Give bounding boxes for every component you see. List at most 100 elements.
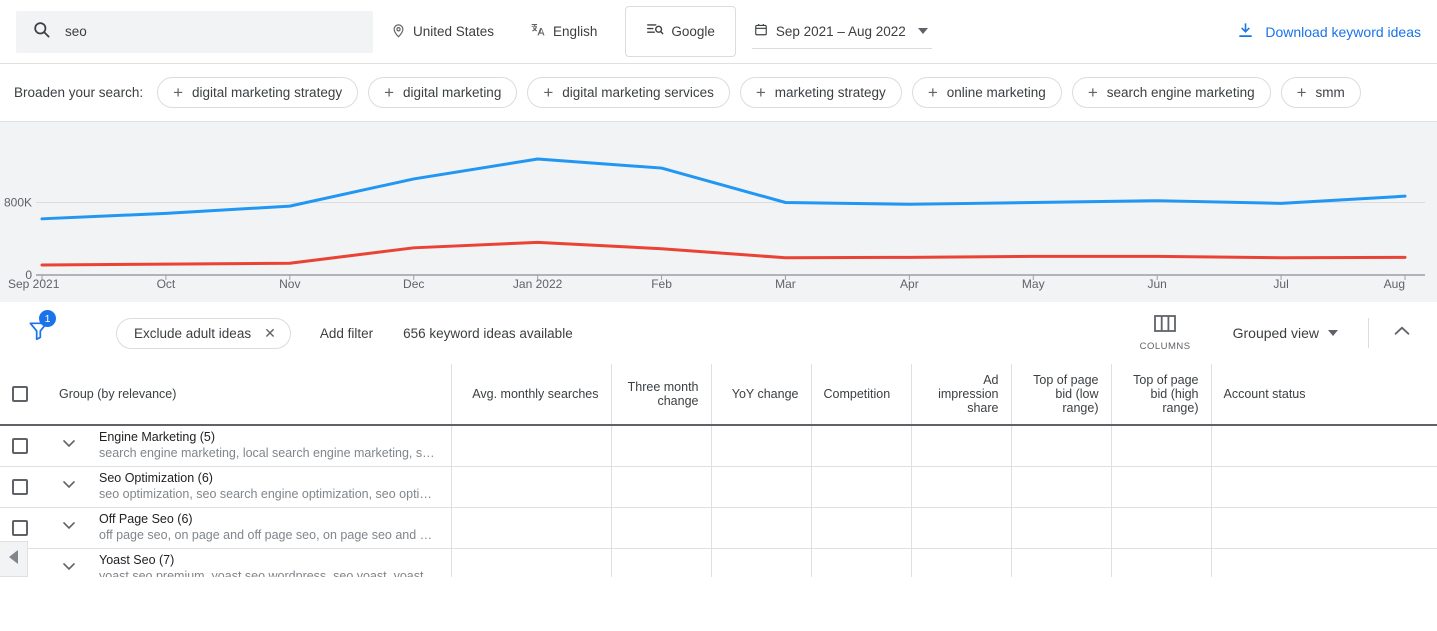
add-filter-button[interactable]: Add filter bbox=[320, 326, 373, 341]
language-label: English bbox=[553, 24, 598, 39]
results-toolbar: 1 Exclude adult ideas ✕ Add filter 656 k… bbox=[0, 302, 1437, 364]
col-header-top-bid-low[interactable]: Top of page bid (low range) bbox=[1010, 364, 1111, 426]
row-select-cell bbox=[0, 466, 47, 508]
cell-top-bid-low bbox=[1010, 507, 1111, 549]
select-all-checkbox[interactable] bbox=[12, 386, 28, 402]
download-keyword-ideas-button[interactable]: Download keyword ideas bbox=[1236, 21, 1421, 43]
chart-x-tick-label: Feb bbox=[651, 277, 672, 291]
broaden-chip-label: online marketing bbox=[946, 85, 1046, 100]
close-icon[interactable]: ✕ bbox=[264, 325, 276, 342]
keyword-ideas-count: 656 keyword ideas available bbox=[403, 325, 573, 341]
broaden-label: Broaden your search: bbox=[14, 85, 144, 100]
col-header-yoy-change[interactable]: YoY change bbox=[710, 364, 811, 426]
broaden-chip-1[interactable]: + digital marketing bbox=[368, 77, 518, 108]
keyword-search-input[interactable]: seo bbox=[16, 10, 373, 53]
broaden-chip-2[interactable]: + digital marketing services bbox=[527, 77, 730, 108]
plus-icon: + bbox=[927, 83, 938, 102]
location-label: United States bbox=[413, 24, 495, 39]
cell-ad-impression-share bbox=[910, 548, 1011, 577]
active-filter-chip[interactable]: Exclude adult ideas ✕ bbox=[116, 317, 291, 349]
chart-x-tick-label: Jul bbox=[1273, 277, 1289, 291]
group-title[interactable]: Seo Optimization (6) bbox=[99, 471, 439, 486]
cell-competition bbox=[810, 548, 911, 577]
cell-ad-impression-share bbox=[910, 507, 1011, 549]
broaden-chip-6[interactable]: + smm bbox=[1280, 77, 1361, 108]
group-keywords-preview: yoast seo premium, yoast seo wordpress, … bbox=[99, 569, 439, 577]
cell-yoy-change bbox=[710, 507, 811, 549]
cell-avg-monthly-searches bbox=[450, 466, 611, 508]
cell-avg-monthly-searches bbox=[450, 507, 611, 549]
view-mode-label: Grouped view bbox=[1232, 325, 1319, 341]
col-header-competition[interactable]: Competition bbox=[810, 364, 911, 426]
broaden-chip-5[interactable]: + search engine marketing bbox=[1071, 77, 1271, 108]
search-value: seo bbox=[65, 24, 87, 39]
chart-x-axis-labels: Sep 2021 Oct Nov Dec Jan 2022 Feb Mar Apr May Jun… bbox=[0, 277, 1437, 299]
broaden-chip-0[interactable]: + digital marketing strategy bbox=[157, 77, 359, 108]
chevron-down-icon[interactable] bbox=[59, 433, 79, 458]
broaden-chip-4[interactable]: + online marketing bbox=[911, 77, 1062, 108]
language-selector[interactable]: English bbox=[512, 11, 615, 53]
table-row[interactable]: Yoast Seo (7) yoast seo premium, yoast se… bbox=[0, 548, 1437, 577]
table-row[interactable]: Seo Optimization (6) seo optimization, se… bbox=[0, 466, 1437, 508]
broaden-chip-label: search engine marketing bbox=[1106, 85, 1255, 100]
search-icon bbox=[32, 20, 51, 44]
group-title[interactable]: Yoast Seo (7) bbox=[99, 553, 439, 568]
keyword-ideas-table: Group (by relevance) Avg. monthly search… bbox=[0, 364, 1437, 577]
group-cell: Off Page Seo (6) off page seo, on page an… bbox=[47, 507, 451, 549]
view-mode-selector[interactable]: Grouped view bbox=[1233, 325, 1338, 341]
search-network-icon bbox=[646, 22, 664, 41]
keyword-ideas-table-container[interactable]: Group (by relevance) Avg. monthly search… bbox=[0, 364, 1437, 577]
plus-icon: + bbox=[1296, 83, 1307, 102]
columns-icon bbox=[1153, 314, 1177, 338]
broaden-chip-3[interactable]: + marketing strategy bbox=[739, 77, 902, 108]
broaden-chip-label: digital marketing bbox=[403, 85, 502, 100]
group-title[interactable]: Off Page Seo (6) bbox=[99, 512, 439, 527]
cell-competition bbox=[810, 507, 911, 549]
table-header-row: Group (by relevance) Avg. monthly search… bbox=[0, 364, 1437, 426]
col-header-avg-monthly-searches[interactable]: Avg. monthly searches bbox=[450, 364, 611, 426]
columns-button[interactable]: COLUMNS bbox=[1128, 314, 1203, 352]
chevron-down-icon[interactable] bbox=[59, 556, 79, 577]
group-keywords-preview: off page seo, on page and off page seo, … bbox=[99, 528, 439, 542]
chevron-down-icon[interactable] bbox=[59, 474, 79, 499]
table-row[interactable]: Engine Marketing (5) search engine market… bbox=[0, 425, 1437, 467]
cell-account-status bbox=[1210, 548, 1437, 577]
chevron-left-icon bbox=[7, 549, 21, 570]
network-selector[interactable]: Google bbox=[625, 6, 736, 57]
filter-funnel-button[interactable]: 1 bbox=[16, 310, 60, 347]
cell-account-status bbox=[1210, 425, 1437, 467]
broaden-chip-label: smm bbox=[1315, 85, 1345, 100]
row-checkbox[interactable] bbox=[12, 437, 28, 454]
date-range-label: Sep 2021 – Aug 2022 bbox=[775, 23, 906, 39]
svg-text:800K: 800K bbox=[4, 196, 32, 210]
location-selector[interactable]: United States bbox=[373, 11, 512, 53]
row-checkbox[interactable] bbox=[12, 519, 28, 536]
scroll-left-button[interactable] bbox=[0, 541, 28, 577]
chevron-down-icon bbox=[917, 28, 928, 34]
plus-icon: + bbox=[1087, 83, 1098, 102]
col-header-three-month-change[interactable]: Three month change bbox=[610, 364, 711, 426]
plus-icon: + bbox=[384, 83, 395, 102]
top-search-bar: seo United States English Google Sep 202… bbox=[0, 0, 1437, 63]
cell-ad-impression-share bbox=[910, 466, 1011, 508]
chart-x-tick-label: Jan 2022 bbox=[512, 277, 563, 291]
table-row[interactable]: Off Page Seo (6) off page seo, on page an… bbox=[0, 507, 1437, 549]
col-header-account-status[interactable]: Account status bbox=[1210, 364, 1437, 426]
search-volume-trend-chart: 0 800K Sep 2021 Oct Nov Dec Jan 2022 Feb Mar Apr… bbox=[0, 122, 1437, 302]
group-title[interactable]: Engine Marketing (5) bbox=[99, 430, 439, 445]
col-header-group[interactable]: Group (by relevance) bbox=[47, 364, 451, 426]
collapse-chart-button[interactable] bbox=[1391, 320, 1421, 347]
date-range-selector[interactable]: Sep 2021 – Aug 2022 bbox=[751, 15, 932, 49]
download-label: Download keyword ideas bbox=[1265, 23, 1421, 40]
chart-x-tick-label: Mar bbox=[775, 277, 796, 291]
columns-label: COLUMNS bbox=[1139, 341, 1191, 352]
group-keywords-preview: search engine marketing, local search en… bbox=[99, 446, 439, 461]
cell-ad-impression-share bbox=[910, 425, 1011, 467]
col-header-top-bid-high[interactable]: Top of page bid (high range) bbox=[1110, 364, 1211, 426]
row-checkbox[interactable] bbox=[12, 478, 28, 495]
chevron-down-icon[interactable] bbox=[59, 515, 79, 540]
cell-yoy-change bbox=[710, 548, 811, 577]
col-header-ad-impression-share[interactable]: Ad impression share bbox=[910, 364, 1011, 426]
chevron-up-icon bbox=[1391, 326, 1413, 346]
cell-competition bbox=[810, 425, 911, 467]
